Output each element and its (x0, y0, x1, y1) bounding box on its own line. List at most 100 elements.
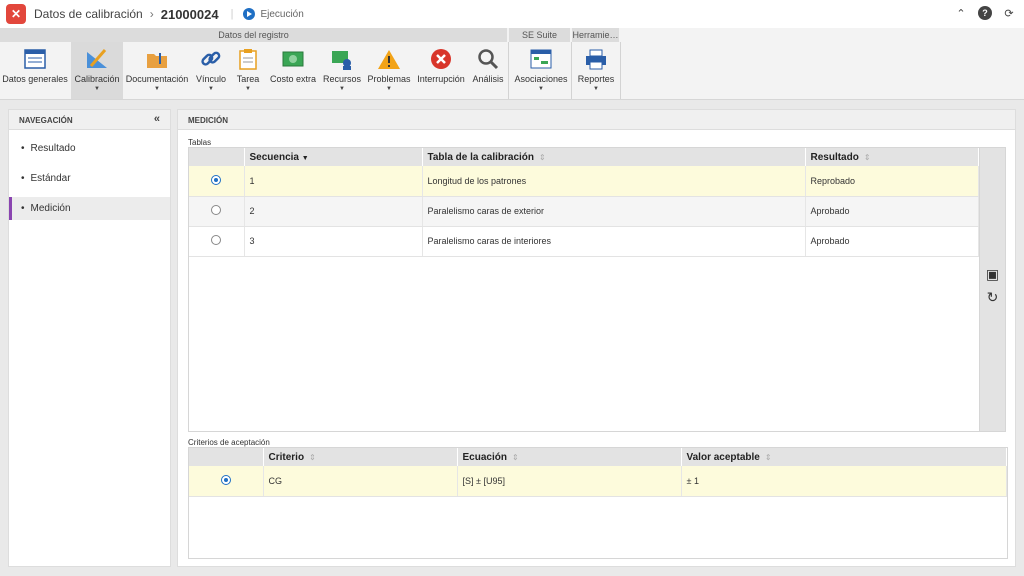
group-header-herramientas: Herramie… (572, 28, 620, 42)
caret-down-icon: ▼ (208, 86, 214, 92)
cell-valor-aceptable: ± 1 (681, 466, 1007, 497)
column-header-secuencia[interactable]: Secuencia ▼ (244, 148, 423, 166)
select-cell[interactable] (189, 196, 245, 227)
header-label: Ecuación (462, 451, 507, 463)
divider: | (230, 8, 234, 20)
collapse-panel-icon[interactable]: « (154, 113, 160, 125)
clipboard-icon (236, 47, 260, 71)
cell-secuencia: 1 (244, 166, 423, 197)
radio-selected[interactable] (211, 174, 222, 185)
sort-icon: ⇕ (539, 152, 546, 162)
play-icon (243, 8, 256, 20)
nav-item-medicion[interactable]: • Medición (9, 197, 170, 220)
breadcrumb[interactable]: Datos de calibración (34, 7, 143, 21)
vinculo-label: Vínculo (195, 74, 227, 84)
analisis-button[interactable]: Análisis (470, 42, 506, 99)
reportes-button[interactable]: Reportes ▼ (575, 42, 617, 99)
asociaciones-label: Asociaciones (514, 74, 568, 84)
interrupcion-label: Interrupción (417, 74, 465, 84)
calibracion-label: Calibración (74, 74, 120, 84)
column-header-criterio[interactable]: Criterio ⇕ (263, 448, 458, 466)
section-title: MEDICIÓN (178, 110, 1015, 130)
header-label: Resultado (810, 151, 859, 163)
nav-item-label: Estándar (30, 173, 71, 184)
sort-icon: ⇕ (309, 452, 316, 462)
cell-secuencia: 3 (244, 226, 423, 257)
column-header-tabla[interactable]: Tabla de la calibración ⇕ (422, 148, 806, 166)
header-label: Valor aceptable (686, 451, 760, 463)
group-header-registro: Datos del registro (0, 28, 508, 42)
folder-clip-icon (145, 47, 169, 71)
select-cell[interactable] (189, 466, 264, 497)
select-cell[interactable] (189, 226, 245, 257)
recursos-label: Recursos (322, 74, 361, 84)
asociaciones-button[interactable]: Asociaciones ▼ (513, 42, 569, 99)
column-header-ecuacion[interactable]: Ecuación ⇕ (457, 448, 682, 466)
magnifier-icon (476, 47, 500, 71)
select-column-header (189, 148, 245, 166)
association-icon (529, 47, 553, 71)
radio-unselected[interactable] (211, 205, 222, 215)
radio-selected[interactable] (220, 474, 231, 485)
datos-generales-button[interactable]: Datos generales (2, 42, 68, 99)
sort-icon: ⇕ (764, 452, 772, 462)
printer-icon (584, 47, 608, 71)
cell-criterio: CG (263, 466, 458, 497)
caret-down-icon: ▼ (593, 86, 599, 92)
caret-down-icon: ▼ (538, 86, 544, 92)
record-id: 21000024 (160, 6, 219, 22)
cell-tabla: Paralelismo caras de exterior (422, 196, 806, 227)
radio-unselected[interactable] (211, 235, 222, 245)
view-record-icon[interactable]: ▣ (980, 266, 1005, 283)
criterios-grid: Criterio ⇕ Ecuación ⇕ Valor aceptable ⇕ CG … (188, 447, 1008, 559)
help-icon[interactable]: ? (978, 6, 992, 20)
chevron-right-icon: › (149, 7, 154, 21)
resources-icon (330, 47, 354, 71)
cell-resultado: Aprobado (805, 196, 979, 227)
main-panel: MEDICIÓN Tablas Secuencia ▼ Tabla de la … (177, 109, 1016, 567)
documentacion-button[interactable]: Documentación ▼ (125, 42, 189, 99)
cell-tabla: Paralelismo caras de interiores (422, 226, 806, 257)
title-bar: ✕ Datos de calibración › 21000024 | Ejec… (0, 0, 1024, 28)
costo-extra-button[interactable]: Costo extra (268, 42, 318, 99)
header-label: Secuencia (249, 151, 299, 163)
nav-item-label: Resultado (30, 143, 76, 154)
interrupcion-button[interactable]: Interrupción (416, 42, 466, 99)
recursos-button[interactable]: Recursos ▼ (321, 42, 363, 99)
app-logo-icon[interactable]: ✕ (6, 4, 26, 24)
caret-down-icon: ▼ (245, 86, 251, 92)
table-row[interactable]: 2 Paralelismo caras de exterior Aprobado (189, 196, 979, 227)
sort-icon: ⇕ (863, 152, 871, 162)
nav-item-resultado[interactable]: • Resultado (9, 137, 170, 160)
navigation-header: NAVEGACIÓN « (9, 110, 170, 130)
vinculo-button[interactable]: Vínculo ▼ (192, 42, 230, 99)
tarea-button[interactable]: Tarea ▼ (233, 42, 263, 99)
table-row[interactable]: CG [S] ± [U95] ± 1 (189, 466, 1007, 497)
group-header-suite: SE Suite (509, 28, 571, 42)
select-cell[interactable] (189, 166, 245, 197)
collapse-up-icon[interactable]: ⌃ (954, 6, 968, 20)
header-label: Tabla de la calibración (427, 151, 535, 163)
group-divider (620, 42, 621, 99)
money-icon (281, 47, 305, 71)
grid-side-toolbar: ▣ ↻ (979, 147, 1006, 432)
reportes-label: Reportes (577, 74, 615, 84)
documentacion-label: Documentación (125, 74, 189, 84)
link-icon (199, 47, 223, 71)
column-header-valor-aceptable[interactable]: Valor aceptable ⇕ (681, 448, 1007, 466)
refresh-icon[interactable]: ⟳ (1002, 6, 1016, 20)
caret-down-icon: ▼ (154, 86, 160, 92)
column-header-resultado[interactable]: Resultado ⇕ (805, 148, 979, 166)
select-column-header (189, 448, 264, 466)
problemas-label: Problemas (367, 74, 411, 84)
table-row[interactable]: 3 Paralelismo caras de interiores Aproba… (189, 226, 979, 257)
nav-item-estandar[interactable]: • Estándar (9, 167, 170, 190)
problemas-button[interactable]: Problemas ▼ (367, 42, 411, 99)
status-label: Ejecución (260, 8, 304, 20)
cell-secuencia: 2 (244, 196, 423, 227)
table-row[interactable]: 1 Longitud de los patrones Reprobado (189, 166, 979, 197)
nav-item-label: Medición (30, 203, 71, 214)
refresh-icon[interactable]: ↻ (980, 289, 1005, 306)
bullet-icon: • (21, 173, 25, 184)
calibracion-button[interactable]: Calibración ▼ (71, 42, 123, 99)
